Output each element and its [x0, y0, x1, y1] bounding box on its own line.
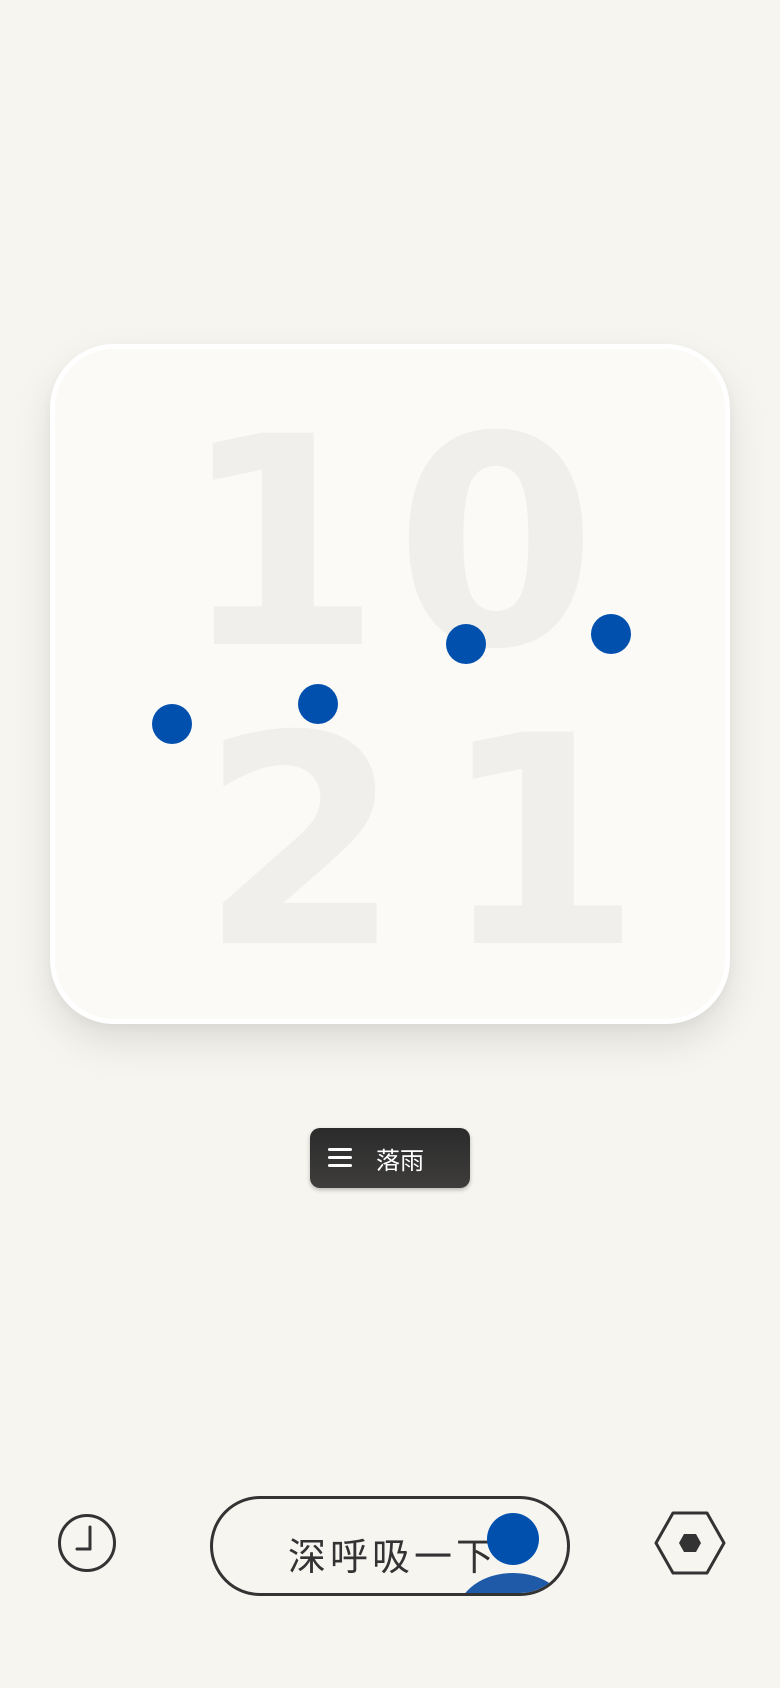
settings-button[interactable]: [653, 1510, 727, 1576]
deep-breath-button[interactable]: 深呼吸一下: [210, 1496, 570, 1596]
rain-drop: [152, 704, 192, 744]
deep-breath-label: 深呼吸一下: [288, 1535, 499, 1579]
rain-drop: [446, 624, 486, 664]
mode-label: 落雨: [376, 1146, 424, 1175]
minute-tens-digit: 2: [200, 675, 402, 1012]
hour-ones-digit: 0: [395, 376, 597, 713]
breath-dot: [487, 1513, 539, 1565]
hexagon-settings-icon: [654, 1511, 726, 1575]
menu-icon: [328, 1146, 352, 1170]
hour-tens-digit: 1: [180, 376, 382, 713]
clock-button[interactable]: [58, 1514, 116, 1572]
minute-ones-digit: 1: [440, 675, 642, 1012]
ambience-mode-button[interactable]: 落雨: [310, 1128, 470, 1188]
rain-drop: [298, 684, 338, 724]
clock-icon: [75, 1525, 92, 1551]
clock-card: 1 0 2 1: [50, 344, 730, 1024]
rain-drop: [591, 614, 631, 654]
